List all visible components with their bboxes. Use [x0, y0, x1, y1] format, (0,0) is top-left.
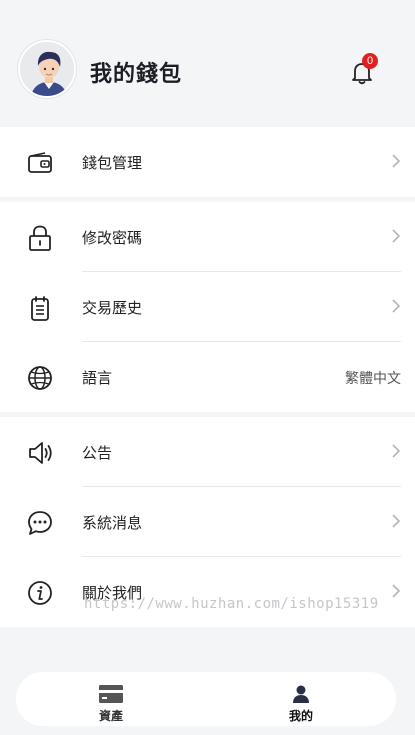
info-group: 公告 系統消息 關於我們: [0, 417, 415, 627]
wallet-group: 錢包管理: [0, 127, 415, 197]
lock-icon: [29, 225, 51, 251]
bottom-tab-bar: 資產 我的: [16, 672, 396, 726]
menu-item-wallet[interactable]: 錢包管理: [0, 127, 415, 197]
user-icon: [293, 685, 309, 703]
chevron-right-icon: [392, 299, 401, 313]
menu-label: 系統消息: [82, 514, 143, 532]
profile-header: 我的錢包 0: [0, 0, 415, 127]
card-icon: [99, 685, 123, 703]
language-value: 繁體中文: [345, 371, 401, 387]
chevron-right-icon: [392, 514, 401, 528]
settings-group: 修改密碼 交易歷史 語言 繁體中文: [0, 202, 415, 412]
wallet-icon: [28, 152, 52, 173]
menu-item-announcement[interactable]: 公告: [0, 417, 415, 487]
menu-item-messages[interactable]: 系統消息: [0, 487, 415, 557]
menu-label: 交易歷史: [82, 299, 143, 317]
menu-item-language[interactable]: 語言 繁體中文: [0, 342, 415, 412]
menu-label: 公告: [82, 444, 113, 462]
tab-mine[interactable]: 我的: [206, 672, 396, 726]
tab-label: 我的: [288, 709, 313, 723]
clipboard-list-icon: [31, 296, 49, 321]
globe-icon: [28, 366, 52, 390]
menu-item-history[interactable]: 交易歷史: [0, 272, 415, 342]
chevron-right-icon: [392, 229, 401, 243]
chat-bubble-icon: [28, 511, 52, 535]
menu-label: 錢包管理: [82, 154, 143, 172]
menu-label: 語言: [82, 369, 113, 387]
menu-label: 關於我們: [82, 584, 143, 602]
chevron-right-icon: [392, 584, 401, 598]
info-icon: [28, 581, 52, 605]
menu-item-password[interactable]: 修改密碼: [0, 202, 415, 272]
speaker-icon: [29, 442, 52, 464]
notification-badge: 0: [362, 53, 378, 69]
avatar[interactable]: [18, 40, 76, 98]
chevron-right-icon: [392, 444, 401, 458]
avatar-image: [20, 42, 74, 96]
tab-assets[interactable]: 資產: [16, 672, 206, 726]
chevron-right-icon: [392, 154, 401, 168]
menu-item-about[interactable]: 關於我們: [0, 557, 415, 627]
page-title: 我的錢包: [90, 62, 183, 87]
menu-label: 修改密碼: [82, 229, 143, 247]
tab-label: 資產: [98, 709, 123, 723]
